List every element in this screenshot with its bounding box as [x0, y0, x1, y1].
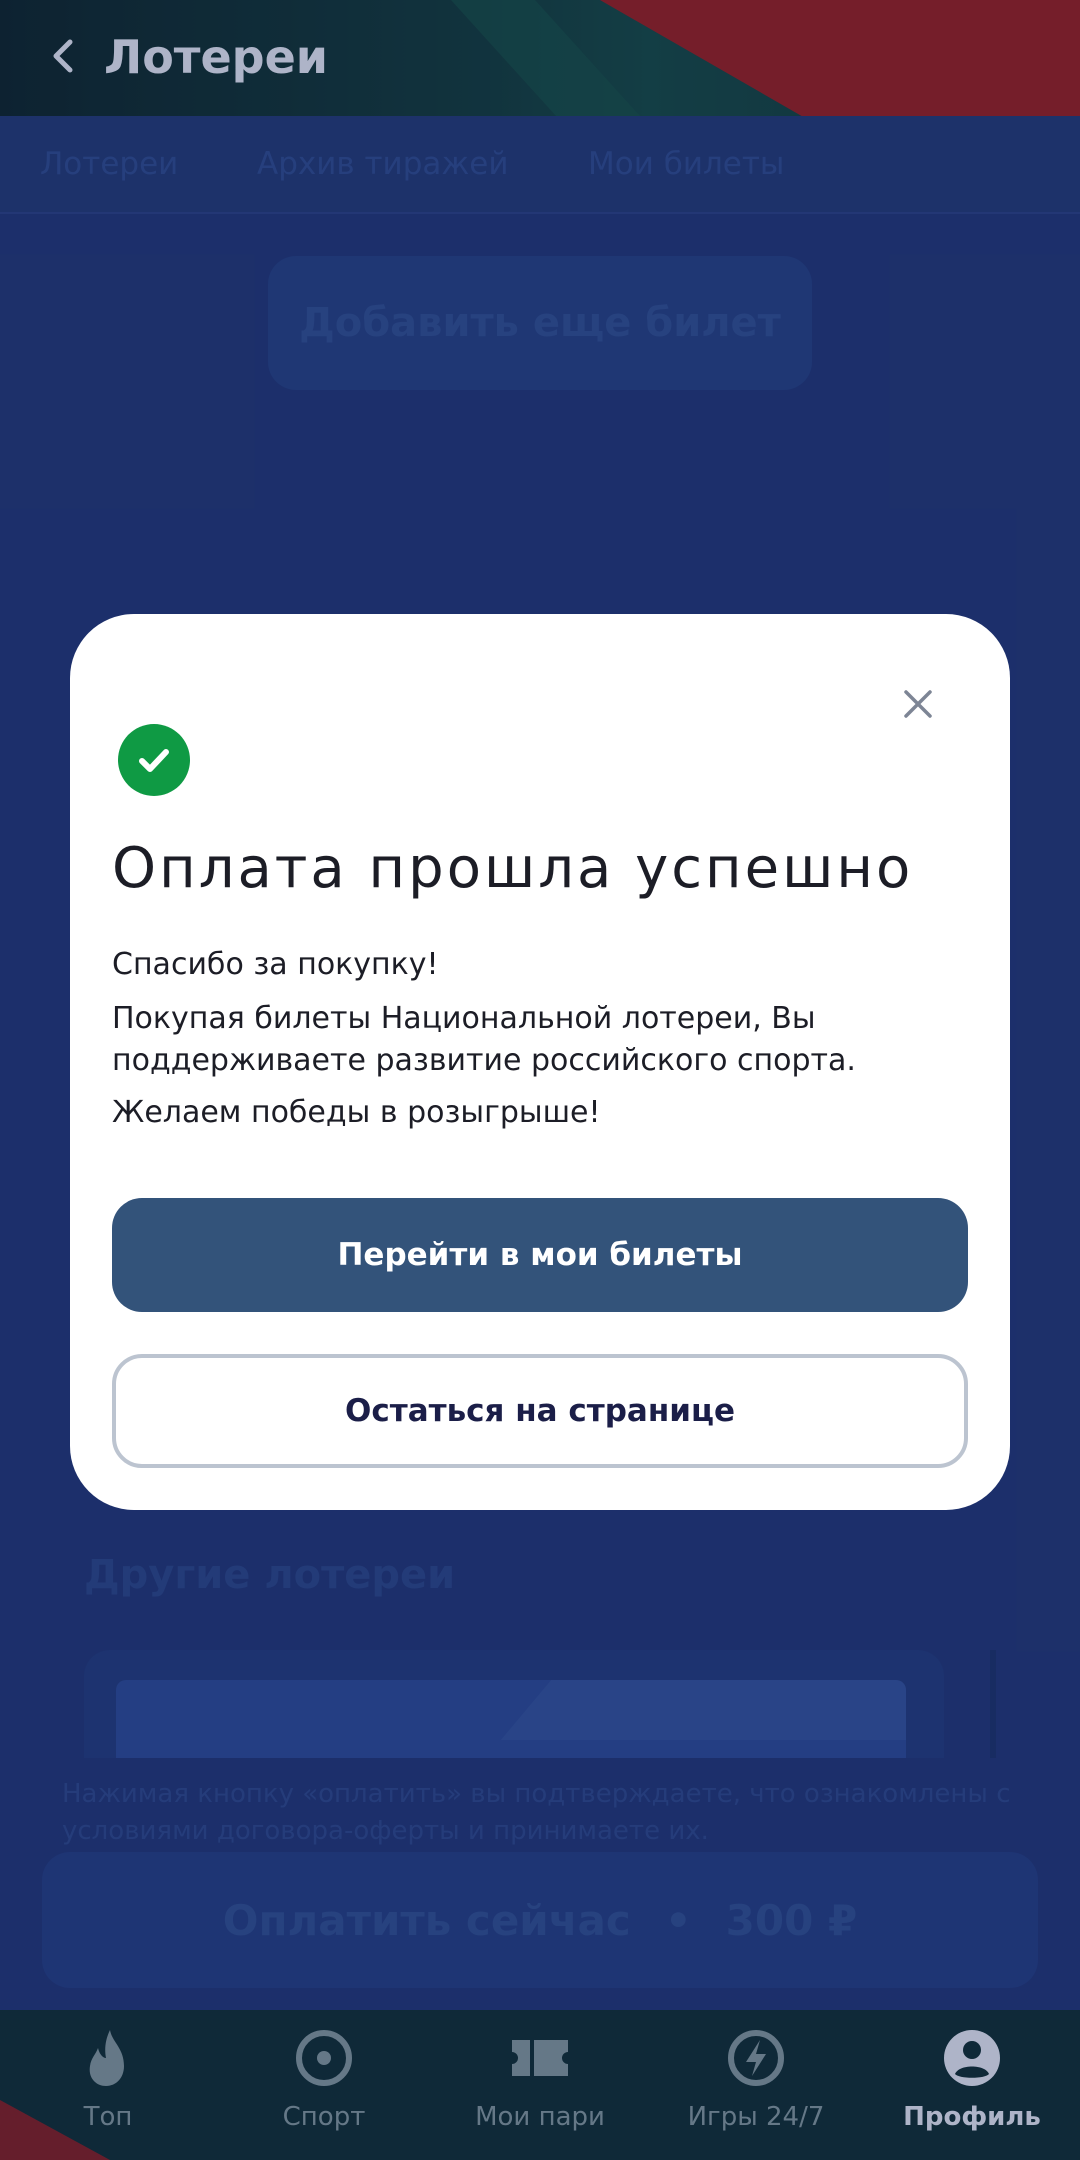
go-to-my-tickets-button[interactable]: Перейти в мои билеты: [112, 1198, 968, 1312]
success-check-icon: [118, 724, 190, 796]
close-icon[interactable]: [898, 684, 938, 724]
dialog-title: Оплата прошла успешно: [112, 836, 914, 901]
thanks-text: Спасибо за покупку!: [112, 947, 439, 982]
support-text: Покупая билеты Национальной лотереи, Вы …: [112, 1001, 856, 1078]
payment-success-dialog: Оплата прошла успешно Спасибо за покупку…: [70, 614, 1010, 1510]
stay-on-page-button[interactable]: Остаться на странице: [112, 1354, 968, 1468]
wish-text: Желаем победы в розыгрыше!: [112, 1095, 601, 1130]
